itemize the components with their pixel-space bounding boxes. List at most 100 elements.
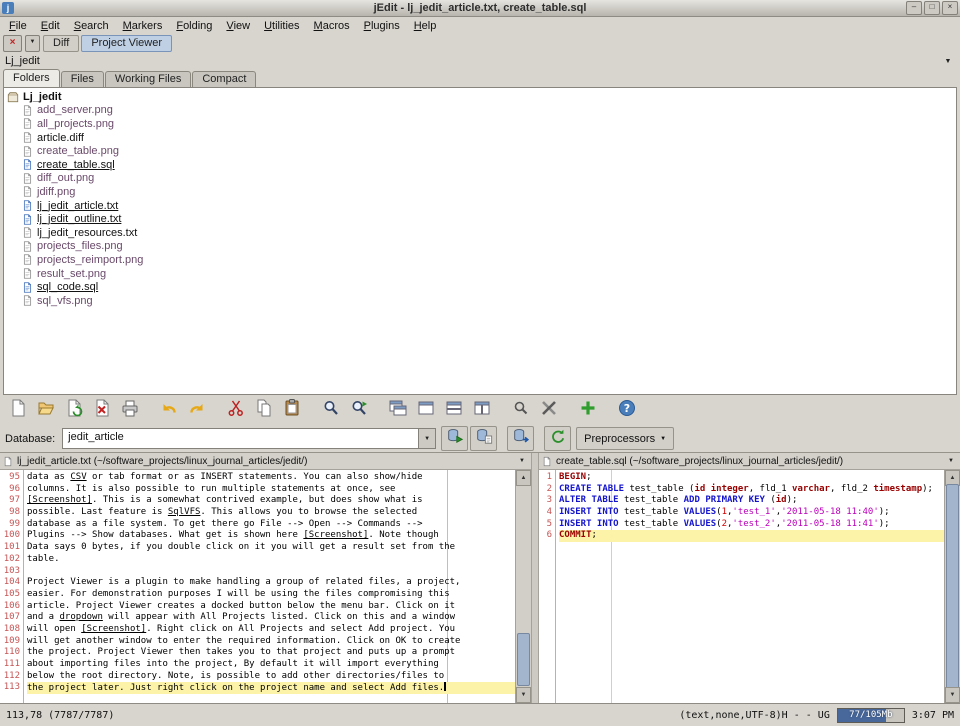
load-database-object-button[interactable] xyxy=(507,426,534,451)
execute-buffer-button[interactable] xyxy=(470,426,497,451)
tab-files[interactable]: Files xyxy=(61,71,104,87)
close-dock-button[interactable]: × xyxy=(3,35,22,52)
menu-view[interactable]: View xyxy=(219,20,257,32)
tab-working-files[interactable]: Working Files xyxy=(105,71,191,87)
preprocessors-dropdown[interactable]: Preprocessors ▼ xyxy=(576,427,674,450)
menu-search[interactable]: Search xyxy=(67,20,116,32)
tree-file-item[interactable]: lj_jedit_resources.txt xyxy=(7,226,956,240)
close-button[interactable]: × xyxy=(942,1,958,15)
tree-file-item[interactable]: lj_jedit_article.txt xyxy=(7,199,956,213)
file-name: projects_files.png xyxy=(37,240,123,252)
find-next-button[interactable] xyxy=(345,397,372,424)
memory-gauge[interactable]: 77/105Mb xyxy=(837,708,905,723)
new-view-button[interactable] xyxy=(384,397,411,424)
tab-folders[interactable]: Folders xyxy=(3,69,60,87)
search-in-directory-button[interactable] xyxy=(507,397,534,424)
tree-file-item[interactable]: projects_files.png xyxy=(7,240,956,254)
cut-button[interactable] xyxy=(222,397,249,424)
project-name: Lj_jedit xyxy=(5,55,40,67)
paste-icon xyxy=(282,398,302,423)
pane-splitter[interactable] xyxy=(531,453,539,703)
find-button[interactable] xyxy=(317,397,344,424)
menu-help[interactable]: Help xyxy=(407,20,444,32)
left-scrollbar[interactable]: ▲ ▼ xyxy=(515,470,531,703)
tree-file-item[interactable]: create_table.sql xyxy=(7,158,956,172)
tab-compact[interactable]: Compact xyxy=(192,71,256,87)
line-number: 104 xyxy=(0,577,20,589)
tree-file-item[interactable]: projects_reimport.png xyxy=(7,253,956,267)
copy-button[interactable] xyxy=(250,397,277,424)
utilities-button[interactable] xyxy=(535,397,562,424)
chevron-down-icon[interactable]: ▼ xyxy=(516,458,528,464)
paste-button[interactable] xyxy=(278,397,305,424)
project-selector-row: Lj_jedit ▼ xyxy=(0,53,960,69)
print-button[interactable] xyxy=(116,397,143,424)
tree-file-item[interactable]: jdiff.png xyxy=(7,185,956,199)
execute-statement-button[interactable] xyxy=(441,426,468,451)
minimize-button[interactable]: – xyxy=(906,1,922,15)
scroll-up-icon[interactable]: ▲ xyxy=(516,470,531,486)
tree-file-item[interactable]: result_set.png xyxy=(7,267,956,281)
chevron-down-icon[interactable]: ▼ xyxy=(418,429,435,448)
right-text-area[interactable]: BEGIN;CREATE TABLE test_table (id intege… xyxy=(556,470,944,703)
chevron-down-icon[interactable]: ▼ xyxy=(945,458,957,464)
right-gutter[interactable]: 123456 xyxy=(539,470,556,703)
menu-utilities[interactable]: Utilities xyxy=(257,20,306,32)
left-text-area[interactable]: data as CSV or tab format or as INSERT s… xyxy=(24,470,515,703)
tree-file-item[interactable]: sql_code.sql xyxy=(7,280,956,294)
dock-tab-project-viewer[interactable]: Project Viewer xyxy=(81,35,172,52)
tree-root-item[interactable]: Lj_jedit xyxy=(7,90,956,104)
menu-folding[interactable]: Folding xyxy=(169,20,219,32)
tree-file-item[interactable]: lj_jedit_outline.txt xyxy=(7,212,956,226)
scroll-down-icon[interactable]: ▼ xyxy=(516,687,531,703)
new-file-button[interactable] xyxy=(4,397,31,424)
refresh-connection-button[interactable] xyxy=(544,426,571,451)
redo-icon xyxy=(187,398,207,423)
plugin-manager-button[interactable] xyxy=(574,397,601,424)
tree-file-item[interactable]: sql_vfs.png xyxy=(7,294,956,308)
help-icon: ? xyxy=(617,398,637,423)
left-editor-body: 9596979899100101102103104105106107108109… xyxy=(0,470,531,703)
scroll-down-icon[interactable]: ▼ xyxy=(945,687,960,703)
chevron-down-icon: ▼ xyxy=(660,436,666,442)
tree-file-item[interactable]: article.diff xyxy=(7,131,956,145)
svg-text:?: ? xyxy=(623,401,629,414)
reload-buffer-button[interactable] xyxy=(60,397,87,424)
right-editor-body: 123456 BEGIN;CREATE TABLE test_table (id… xyxy=(539,470,960,703)
split-vertical-button[interactable] xyxy=(468,397,495,424)
line-number: 112 xyxy=(0,671,20,683)
line-number: 97 xyxy=(0,495,20,507)
file-name: jdiff.png xyxy=(37,186,75,198)
maximize-button[interactable]: □ xyxy=(924,1,940,15)
line-number: 102 xyxy=(0,554,20,566)
close-buffer-button[interactable] xyxy=(88,397,115,424)
load-database-object-icon xyxy=(512,427,530,450)
scroll-thumb[interactable] xyxy=(946,484,959,689)
tree-file-item[interactable]: add_server.png xyxy=(7,104,956,118)
code-line: INSERT INTO test_table VALUES(1,'test_1'… xyxy=(559,507,944,519)
menu-macros[interactable]: Macros xyxy=(307,20,357,32)
split-horizontal-button[interactable] xyxy=(440,397,467,424)
redo-button[interactable] xyxy=(183,397,210,424)
tree-file-item[interactable]: diff_out.png xyxy=(7,172,956,186)
menu-markers[interactable]: Markers xyxy=(116,20,170,32)
utilities-icon xyxy=(539,398,559,423)
left-buffer-switcher[interactable]: lj_jedit_article.txt (~/software_project… xyxy=(0,453,531,470)
tree-file-item[interactable]: all_projects.png xyxy=(7,117,956,131)
tree-file-item[interactable]: create_table.png xyxy=(7,144,956,158)
menu-file[interactable]: File xyxy=(2,20,34,32)
menu-edit[interactable]: Edit xyxy=(34,20,67,32)
left-gutter[interactable]: 9596979899100101102103104105106107108109… xyxy=(0,470,24,703)
help-button[interactable]: ? xyxy=(613,397,640,424)
undo-button[interactable] xyxy=(155,397,182,424)
scroll-thumb[interactable] xyxy=(517,633,530,686)
dock-menu-button[interactable]: ▼ xyxy=(25,35,40,52)
project-dropdown-button[interactable]: ▼ xyxy=(941,58,955,65)
menu-plugins[interactable]: Plugins xyxy=(357,20,407,32)
dock-tab-diff[interactable]: Diff xyxy=(43,35,79,52)
unsplit-button[interactable] xyxy=(412,397,439,424)
right-buffer-switcher[interactable]: create_table.sql (~/software_projects/li… xyxy=(539,453,960,470)
open-file-button[interactable] xyxy=(32,397,59,424)
right-scrollbar[interactable]: ▲ ▼ xyxy=(944,470,960,703)
database-combo[interactable]: jedit_article ▼ xyxy=(62,428,436,449)
